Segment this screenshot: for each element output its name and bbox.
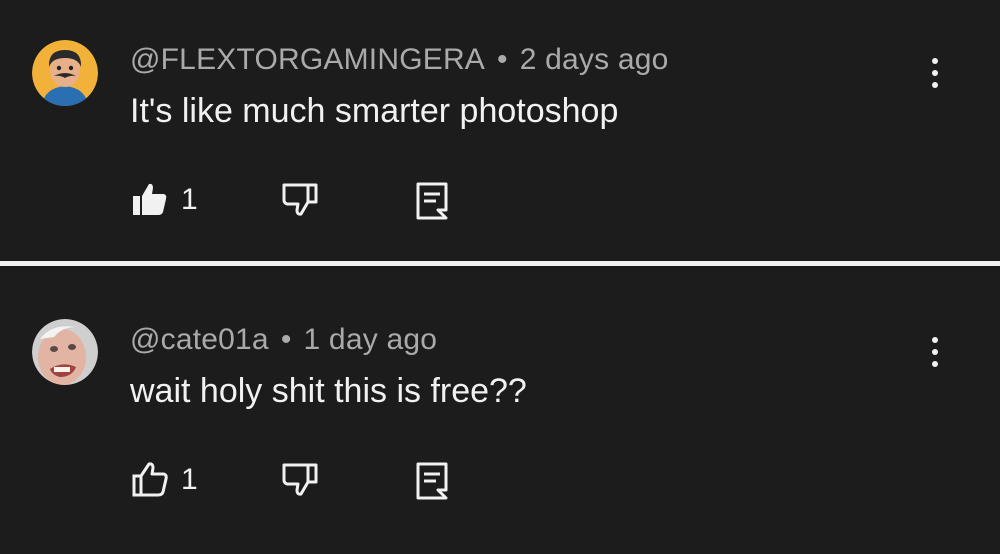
reply-button[interactable]: [410, 458, 454, 502]
avatar[interactable]: [32, 40, 98, 106]
dislike-button[interactable]: [280, 178, 320, 222]
meta-separator: •: [497, 43, 508, 76]
author-name[interactable]: @FLEXTORGAMINGERA: [130, 43, 485, 76]
more-options-button[interactable]: [920, 330, 950, 374]
comment-time[interactable]: 1 day ago: [304, 323, 438, 356]
kebab-menu-icon: [932, 58, 938, 64]
like-button[interactable]: [130, 458, 170, 502]
more-options-button[interactable]: [920, 51, 950, 95]
comment-actions: 1: [0, 178, 1000, 228]
thumbs-down-icon: [282, 183, 318, 216]
comment-actions: 1: [0, 458, 1000, 508]
like-count: 1: [181, 463, 198, 496]
comment-text: It's like much smarter photoshop: [130, 92, 619, 130]
reply-button[interactable]: [410, 178, 454, 222]
thumbs-down-icon: [282, 463, 318, 496]
comment-meta: @cate01a • 1 day ago: [130, 323, 437, 357]
comment-item: @cate01a • 1 day ago wait holy shit this i…: [0, 266, 1000, 554]
avatar-image: [32, 40, 98, 106]
comment-item: @FLEXTORGAMINGERA • 2 days ago It's like m…: [0, 0, 1000, 261]
avatar-image: [32, 319, 98, 385]
avatar[interactable]: [32, 319, 98, 385]
meta-separator: •: [280, 323, 292, 356]
dislike-button[interactable]: [280, 458, 320, 502]
comment-text: wait holy shit this is free??: [130, 372, 527, 410]
author-name[interactable]: @cate01a: [130, 323, 269, 356]
comment-meta: @FLEXTORGAMINGERA • 2 days ago: [130, 43, 669, 77]
reply-icon: [416, 182, 448, 220]
kebab-menu-icon: [932, 337, 938, 343]
comment-time[interactable]: 2 days ago: [520, 43, 669, 76]
reply-icon: [416, 462, 448, 500]
thumbs-up-icon: [133, 183, 167, 215]
like-button[interactable]: [130, 178, 170, 222]
like-count: 1: [181, 183, 198, 216]
thumbs-up-icon: [132, 462, 168, 497]
